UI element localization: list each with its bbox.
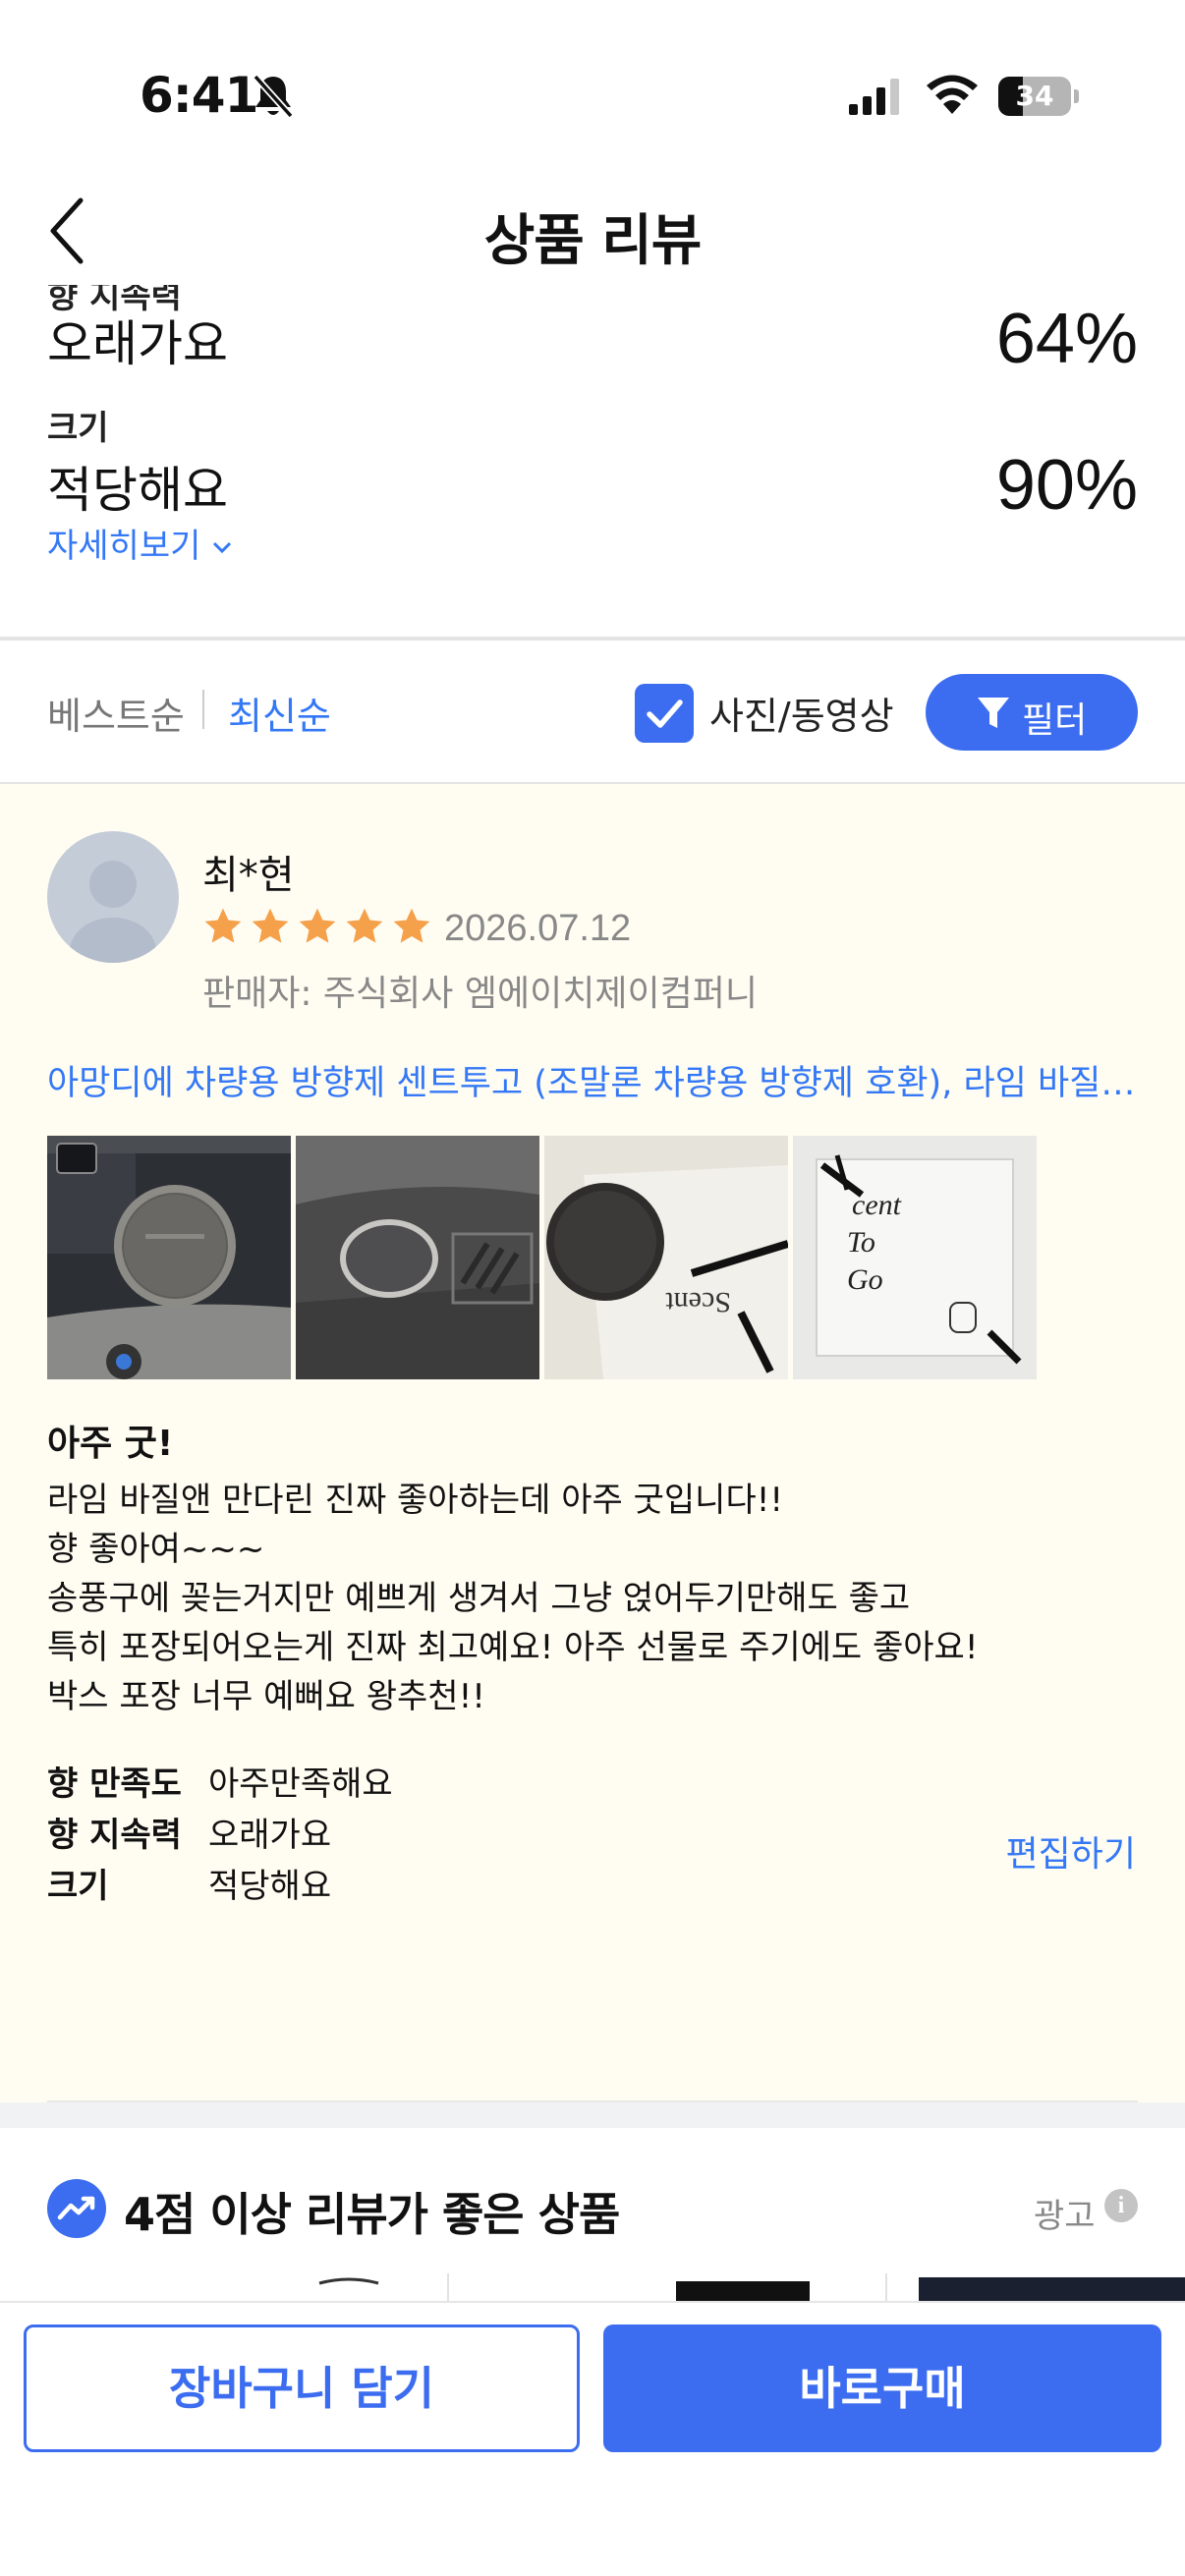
svg-text:To: To bbox=[847, 1226, 875, 1259]
review-body-line: 송풍구에 꽂는거지만 예쁘게 생겨서 그냥 얹어두기만해도 좋고 bbox=[47, 1579, 911, 1618]
see-more-link[interactable]: 자세히보기 bbox=[47, 519, 233, 567]
wifi-icon bbox=[927, 75, 978, 114]
avatar bbox=[47, 831, 179, 963]
add-to-cart-button[interactable]: 장바구니 담기 bbox=[24, 2324, 580, 2452]
user-silhouette-icon bbox=[70, 861, 156, 963]
sort-newest-option[interactable]: 최신순 bbox=[228, 686, 331, 740]
review-body-line: 향 좋아여~~~ bbox=[47, 1530, 265, 1569]
svg-text:Scent: Scent bbox=[665, 1286, 731, 1318]
star-icon bbox=[346, 908, 383, 943]
review-date: 2026.07.12 bbox=[444, 908, 632, 949]
review-photo-2[interactable] bbox=[296, 1136, 539, 1379]
star-icon bbox=[204, 908, 242, 943]
review-photo-4[interactable]: cent To Go bbox=[793, 1136, 1037, 1379]
status-bar: 6:41 34 bbox=[0, 0, 1185, 177]
summary-percent: 90% bbox=[995, 446, 1138, 525]
battery-percent: 34 bbox=[1015, 80, 1054, 112]
attribute-label: 향 만족도 bbox=[47, 1764, 182, 1804]
svg-text:cent: cent bbox=[852, 1189, 902, 1221]
filter-button[interactable]: 필터 bbox=[926, 674, 1138, 751]
attribute-label: 크기 bbox=[47, 1867, 109, 1906]
sort-best-option[interactable]: 베스트순 bbox=[47, 686, 185, 740]
review-body-line: 박스 포장 너무 예뻐요 왕추천!! bbox=[47, 1677, 485, 1716]
star-icon bbox=[252, 908, 289, 943]
recommended-section: 4점 이상 리뷰가 좋은 상품 광고 i bbox=[0, 2128, 1185, 2301]
filter-button-label: 필터 bbox=[1022, 700, 1088, 741]
review-card: 최*현 2026.07.12 판매자: 주식회사 엠에이치제이컴퍼니 아망디에 … bbox=[0, 784, 1185, 2102]
summary-label: 크기 bbox=[47, 409, 109, 448]
divider bbox=[202, 690, 204, 729]
sort-bar: 베스트순 최신순 사진/동영상 필터 bbox=[0, 641, 1185, 780]
product-link[interactable]: 아망디에 차량용 방향제 센트투고 (조말론 차량용 방향제 호환), 라임 바… bbox=[47, 1055, 1138, 1105]
info-icon[interactable]: i bbox=[1104, 2189, 1138, 2222]
review-photo-3[interactable]: Scent bbox=[544, 1136, 788, 1379]
star-icon bbox=[299, 908, 336, 943]
edit-review-link[interactable]: 편집하기 bbox=[1006, 1825, 1136, 1876]
page-title: 상품 리뷰 bbox=[483, 209, 703, 273]
chevron-down-icon bbox=[213, 541, 232, 553]
attribute-value: 적당해요 bbox=[208, 1867, 332, 1906]
review-photo-1[interactable] bbox=[47, 1136, 291, 1379]
ad-label: 광고 bbox=[1034, 2197, 1096, 2236]
review-body-line: 라임 바질앤 만다린 진짜 좋아하는데 아주 굿입니다!! bbox=[47, 1481, 783, 1520]
svg-text:Go: Go bbox=[847, 1263, 883, 1296]
see-more-label: 자세히보기 bbox=[47, 527, 201, 566]
summary-percent: 64% bbox=[995, 300, 1138, 378]
summary-row-size: 크기 적당해요 90% bbox=[47, 401, 1138, 525]
attribute-value: 아주만족해요 bbox=[208, 1764, 393, 1804]
recommended-title: 4점 이상 리뷰가 좋은 상품 bbox=[124, 2188, 620, 2241]
rating-summary: 향 지속력 오래가요 64% 크기 적당해요 90% 자세히보기 bbox=[0, 285, 1185, 639]
battery-indicator: 34 bbox=[998, 77, 1079, 116]
buy-now-button[interactable]: 바로구매 bbox=[603, 2324, 1161, 2452]
bottom-action-bar: 장바구니 담기 바로구매 bbox=[0, 2301, 1185, 2576]
summary-value: 적당해요 bbox=[47, 462, 228, 519]
summary-row-longevity: 오래가요 64% bbox=[47, 300, 1138, 378]
seller-info: 판매자: 주식회사 엠에이치제이컴퍼니 bbox=[202, 974, 758, 1014]
recommended-thumbnails[interactable] bbox=[0, 2273, 1185, 2301]
review-title: 아주 굿! bbox=[47, 1424, 174, 1464]
filter-funnel-icon bbox=[978, 698, 1009, 728]
review-body-line: 특히 포장되어오는게 진짜 최고예요! 아주 선물로 주기에도 좋아요! bbox=[47, 1628, 979, 1667]
summary-value: 오래가요 bbox=[47, 315, 228, 372]
review-body: 라임 바질앤 만다린 진짜 좋아하는데 아주 굿입니다!! 향 좋아여~~~ 송… bbox=[47, 1476, 978, 1721]
cellular-signal-icon bbox=[849, 79, 899, 115]
page-header: 상품 리뷰 bbox=[0, 177, 1185, 285]
photo-video-label[interactable]: 사진/동영상 bbox=[709, 686, 894, 740]
trending-up-icon bbox=[47, 2179, 106, 2238]
section-gap bbox=[0, 2102, 1185, 2128]
attribute-label: 향 지속력 bbox=[47, 1816, 182, 1855]
star-icon bbox=[393, 908, 430, 943]
photo-video-checkbox[interactable] bbox=[635, 684, 694, 743]
checkmark-icon bbox=[647, 700, 683, 728]
reviewer-name: 최*현 bbox=[202, 853, 295, 898]
attribute-value: 오래가요 bbox=[208, 1816, 332, 1855]
status-time: 6:41 bbox=[140, 67, 258, 124]
bell-muted-icon bbox=[253, 74, 294, 119]
